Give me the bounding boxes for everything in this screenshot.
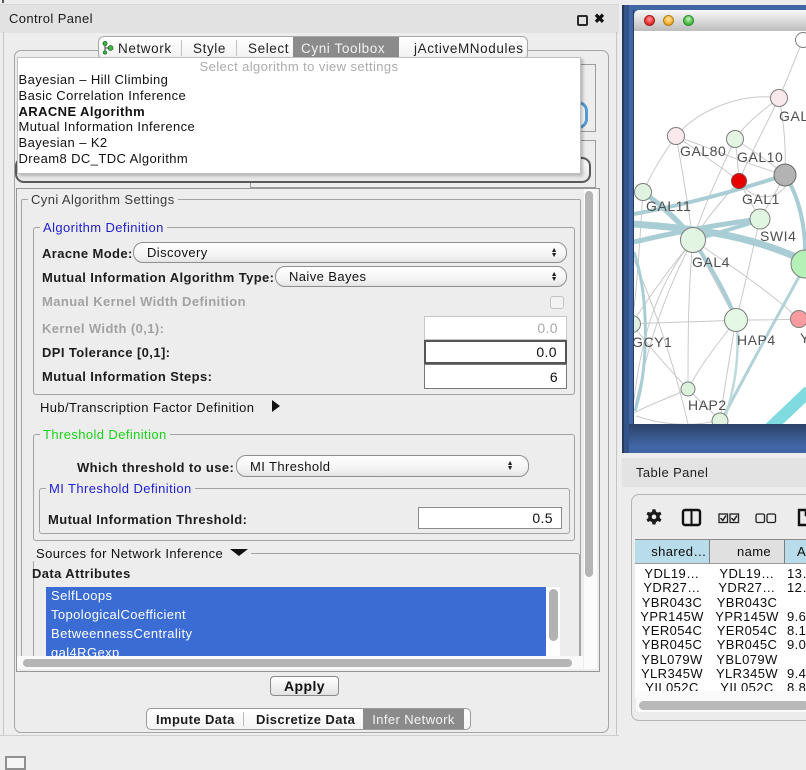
- svg-text:SWI4: SWI4: [760, 228, 796, 244]
- svg-text:GAL11: GAL11: [646, 198, 691, 214]
- svg-text:GAL7: GAL7: [779, 108, 806, 124]
- svg-text:GAL1: GAL1: [742, 191, 780, 207]
- svg-text:GAL80: GAL80: [680, 143, 726, 159]
- svg-text:HAP2: HAP2: [688, 397, 727, 413]
- svg-text:GAL4: GAL4: [692, 254, 730, 270]
- svg-text:GAL10: GAL10: [737, 149, 783, 165]
- svg-text:HAP4: HAP4: [737, 332, 776, 348]
- svg-text:GCY1: GCY1: [634, 334, 672, 350]
- svg-text:Y: Y: [800, 330, 806, 346]
